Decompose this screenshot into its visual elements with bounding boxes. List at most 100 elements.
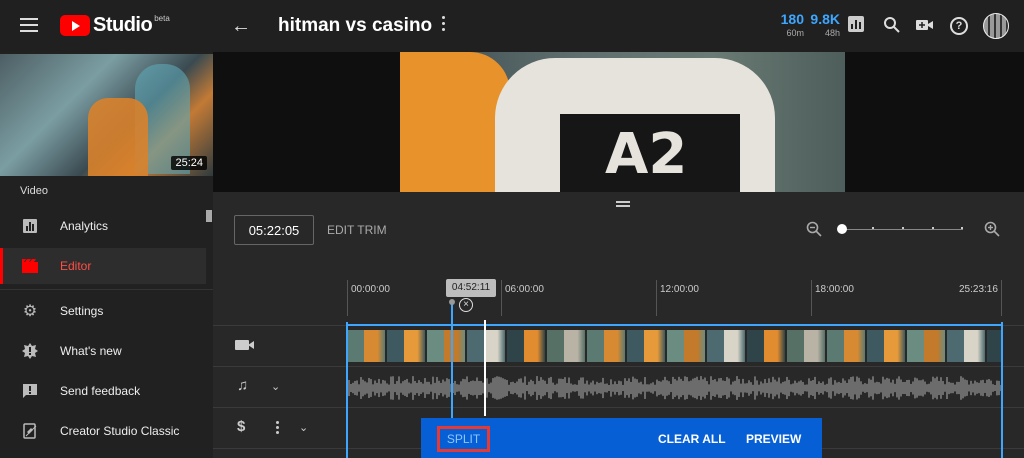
sidebar-scrollbar[interactable] (206, 210, 212, 222)
sidebar: 25:24 Video Analytics Editor ⚙ Settings … (0, 52, 213, 458)
more-vert-icon[interactable] (442, 16, 446, 34)
video-frame-thumb (347, 330, 385, 362)
zoom-out-icon[interactable] (806, 221, 822, 241)
video-frame-thumb (907, 330, 945, 362)
video-frame-thumb (587, 330, 625, 362)
video-track-icon (235, 340, 254, 350)
zoom-slider-knob[interactable] (837, 224, 847, 234)
ruler-tick (656, 280, 657, 316)
ruler-label: 18:00:00 (815, 284, 854, 295)
editor-panel: 05:22:05 EDIT TRIM 00:00:00 06:00:00 12:… (213, 192, 1024, 458)
video-preview-frame[interactable]: A2 (400, 52, 845, 192)
video-frame-thumb (427, 330, 465, 362)
help-icon[interactable]: ? (949, 16, 969, 36)
edit-trim-button[interactable]: EDIT TRIM (327, 223, 387, 237)
split-button[interactable]: SPLIT (437, 426, 490, 452)
track-divider (213, 366, 1024, 367)
classic-icon (20, 421, 40, 441)
stat-period: 48h (824, 28, 840, 38)
sidebar-item-creator-studio-classic[interactable]: Creator Studio Classic (0, 413, 206, 449)
zoom-tick (961, 227, 963, 229)
analytics-bars-icon[interactable] (848, 16, 864, 32)
more-vert-icon[interactable] (276, 421, 279, 436)
trim-handle-right[interactable] (1001, 322, 1003, 458)
clear-all-button[interactable]: CLEAR ALL (658, 432, 726, 446)
stat-period: 60m (786, 28, 804, 38)
sidebar-section-label: Video (20, 185, 48, 197)
video-frame-thumb (827, 330, 865, 362)
analytics-icon (20, 216, 40, 236)
editor-icon (20, 256, 40, 276)
sidebar-item-label: Editor (60, 259, 92, 273)
ruler-label: 06:00:00 (505, 284, 544, 295)
split-toolbar: SPLIT CLEAR ALL PREVIEW (421, 418, 822, 458)
zoom-tick (932, 227, 934, 229)
music-note-icon[interactable]: ♫ (237, 377, 248, 394)
video-frame-thumb (947, 330, 985, 362)
realtime-views-60m[interactable]: 180 60m (774, 11, 804, 38)
sidebar-divider (0, 289, 213, 290)
chevron-down-icon[interactable]: ⌄ (299, 421, 308, 434)
logo-text: Studio (93, 14, 153, 36)
video-frame-thumb (467, 330, 505, 362)
preview-button[interactable]: PREVIEW (746, 432, 801, 446)
video-frame-thumb (787, 330, 825, 362)
video-title: hitman vs casino (278, 15, 433, 36)
zoom-tick (872, 227, 874, 229)
zoom-in-icon[interactable] (984, 221, 1000, 241)
feedback-icon (20, 381, 40, 401)
sidebar-item-label: Creator Studio Classic (60, 424, 180, 438)
video-frame-thumb (387, 330, 425, 362)
stat-value: 180 (780, 11, 804, 27)
video-frame-thumb (547, 330, 585, 362)
ruler-label: 25:23:16 (959, 284, 998, 295)
panel-resize-handle[interactable] (616, 201, 630, 207)
chevron-down-icon[interactable]: ⌄ (271, 380, 280, 393)
playhead-time-label: 04:52:11 (446, 279, 496, 297)
audio-waveform[interactable] (347, 372, 1002, 404)
sidebar-item-whats-new[interactable]: What's new (0, 333, 206, 369)
video-frame-thumb (747, 330, 785, 362)
track-divider (213, 407, 1024, 408)
menu-icon[interactable] (20, 18, 38, 32)
ruler-tick (501, 280, 502, 316)
video-frame-strip[interactable] (347, 330, 1002, 362)
sidebar-item-settings[interactable]: ⚙ Settings (0, 293, 206, 329)
trim-selection-top (346, 324, 1003, 326)
trim-handle-left[interactable] (346, 322, 348, 458)
avatar[interactable] (983, 13, 1009, 39)
app-root: Studio beta ← hitman vs casino 180 60m 9… (0, 0, 1024, 458)
video-thumbnail[interactable]: 25:24 (0, 54, 213, 176)
back-arrow-icon[interactable]: ← (231, 15, 251, 38)
ruler-label: 00:00:00 (351, 284, 390, 295)
whats-new-icon (20, 341, 40, 361)
ruler-tick (811, 280, 812, 316)
realtime-views-48h[interactable]: 9.8K 48h (808, 11, 840, 38)
dollar-icon[interactable]: $ (237, 418, 245, 435)
video-frame-thumb (707, 330, 745, 362)
current-time-field[interactable]: 05:22:05 (234, 215, 314, 245)
zoom-slider-track[interactable] (842, 229, 963, 230)
zoom-tick (902, 227, 904, 229)
studio-logo[interactable]: Studio beta (60, 14, 170, 37)
create-video-icon[interactable] (915, 16, 935, 36)
sidebar-item-label: What's new (60, 344, 122, 358)
thumbnail-duration: 25:24 (171, 156, 207, 170)
ruler-tick (347, 280, 348, 316)
playback-cursor[interactable] (484, 320, 486, 416)
video-frame-thumb (667, 330, 705, 362)
gear-icon: ⚙ (22, 303, 38, 320)
remove-split-icon[interactable]: × (459, 298, 473, 312)
search-icon[interactable] (882, 16, 902, 36)
top-bar: Studio beta ← hitman vs casino 180 60m 9… (0, 0, 1024, 52)
youtube-play-icon (60, 15, 90, 36)
playhead-handle[interactable] (449, 299, 455, 305)
sidebar-item-editor[interactable]: Editor (0, 248, 206, 284)
ruler-tick (1001, 280, 1002, 316)
sidebar-item-send-feedback[interactable]: Send feedback (0, 373, 206, 409)
sidebar-item-analytics[interactable]: Analytics (0, 208, 206, 244)
video-preview-area: A2 (213, 52, 1024, 192)
sidebar-item-label: Settings (60, 304, 104, 318)
video-frame-thumb (627, 330, 665, 362)
ruler-label: 12:00:00 (660, 284, 699, 295)
